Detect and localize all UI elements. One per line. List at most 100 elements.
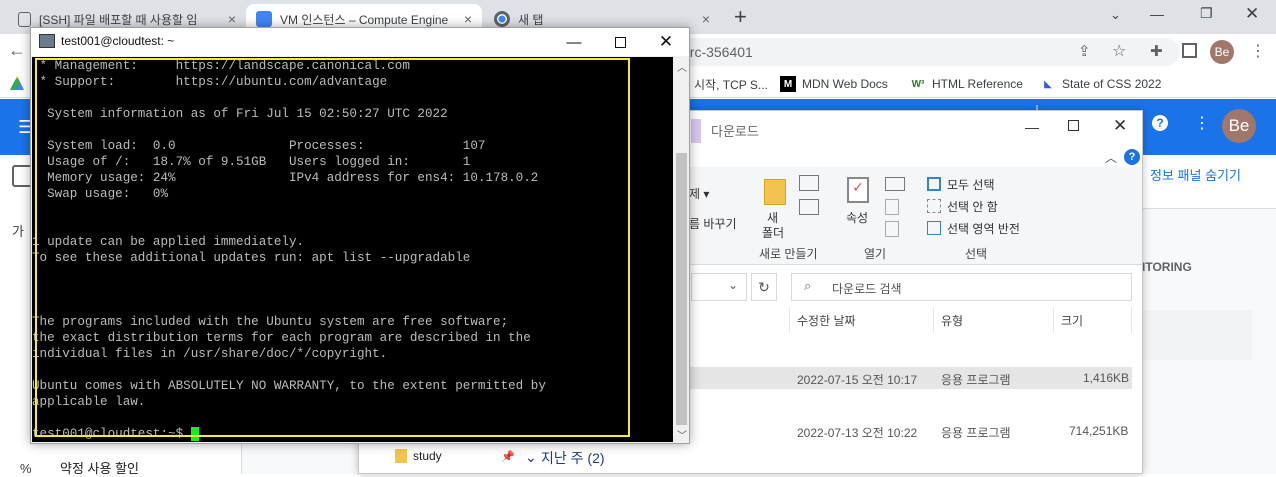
explorer-minimize-icon[interactable]: —	[1025, 119, 1039, 135]
bookmark-label: HTML Reference	[932, 77, 1023, 91]
minimize-icon[interactable]: —	[1150, 6, 1164, 22]
extensions-puzzle-icon[interactable]: ✚	[1150, 42, 1163, 60]
rename-button[interactable]: 름 바꾸기	[689, 215, 737, 232]
address-dropdown[interactable]: ⌄	[691, 273, 747, 301]
edit-icon[interactable]	[885, 199, 899, 215]
putty-title: test001@cloudtest: ~	[61, 34, 175, 48]
new-item-icon[interactable]	[799, 175, 819, 191]
chevron-down-icon: ⌄	[728, 278, 739, 292]
bookmark-label: MDN Web Docs	[802, 77, 888, 91]
profile-avatar[interactable]: Be	[1210, 40, 1234, 64]
column-divider	[1131, 307, 1132, 333]
select-all-button[interactable]: 모두 선택	[947, 176, 995, 193]
css-icon: ◣	[1044, 78, 1052, 90]
open-icon[interactable]	[885, 177, 905, 191]
file-date: 2022-07-15 오전 10:17	[797, 373, 918, 387]
share-icon[interactable]: ⇪	[1078, 42, 1091, 60]
tab-search-chevron-icon[interactable]: ⌄	[1110, 7, 1121, 23]
hide-info-panel-link[interactable]: 정보 패널 숨기기	[1150, 165, 1241, 184]
help-icon[interactable]: ?	[1152, 115, 1168, 131]
close-window-icon[interactable]: ✕	[1245, 4, 1259, 24]
column-header-modified[interactable]: 수정한 날짜	[797, 312, 856, 329]
address-bar[interactable]: arc-356401 ⇪ ☆	[660, 38, 1180, 66]
file-date: 2022-07-13 오전 10:22	[797, 426, 918, 440]
new-tab-button[interactable]: +	[734, 4, 747, 30]
new-folder-icon	[764, 179, 786, 205]
file-size: 714,251KB	[1069, 424, 1129, 438]
sidebar-item-commitment-discount[interactable]: 약정 사용 할인	[60, 458, 139, 477]
explorer-help-icon[interactable]: ?	[1124, 149, 1140, 165]
invert-selection-icon	[927, 221, 941, 235]
putty-close-icon[interactable]: ✕	[643, 28, 689, 56]
open-group-label: 열기	[864, 247, 887, 261]
restore-icon[interactable]: ❐	[1200, 5, 1213, 22]
bookmark-star-icon[interactable]: ☆	[1112, 41, 1126, 61]
new-group-label: 새로 만들기	[759, 247, 818, 261]
close-tab-icon[interactable]: ×	[702, 11, 710, 27]
chrome-favicon-icon	[494, 11, 510, 27]
explorer-search-box[interactable]: ⌕ 다운로드 검색	[791, 273, 1132, 301]
invert-selection-button[interactable]: 선택 영역 반전	[947, 220, 1020, 237]
highlight-border	[35, 58, 630, 437]
chrome-menu-icon[interactable]: ⋮	[1250, 41, 1266, 61]
url-text: arc-356401	[682, 44, 753, 60]
select-all-icon	[927, 177, 941, 191]
document-favicon-icon	[18, 11, 31, 27]
gcp-profile-avatar[interactable]: Be	[1222, 109, 1256, 143]
scroll-down-icon[interactable]: ﹀	[677, 427, 687, 442]
close-tab-icon[interactable]: ×	[464, 11, 472, 27]
tab-title: 새 탭	[518, 12, 544, 27]
google-drive-icon[interactable]	[10, 76, 24, 90]
file-size: 1,416KB	[1083, 371, 1130, 385]
collapse-ribbon-icon[interactable]: ︿	[1105, 149, 1117, 166]
bookmark-state-of-css[interactable]: ◣ State of CSS 2022	[1040, 76, 1161, 92]
folder-tab-icon	[691, 119, 701, 143]
column-header-type[interactable]: 유형	[941, 312, 963, 329]
refresh-icon[interactable]: ↻	[751, 273, 777, 301]
side-panel-icon[interactable]	[1182, 43, 1197, 58]
putty-minimize-icon[interactable]: —	[551, 28, 597, 56]
scroll-up-icon[interactable]: ︿	[677, 59, 687, 74]
mdn-icon: M	[780, 76, 796, 92]
pin-icon: 📌	[501, 451, 515, 463]
bookmark-label: State of CSS 2022	[1062, 77, 1162, 91]
select-none-icon	[927, 199, 941, 213]
tab-title: VM 인스턴스 – Compute Engine	[280, 12, 449, 27]
new-folder-label-2[interactable]: 폴더	[762, 224, 784, 241]
explorer-maximize-icon[interactable]	[1068, 120, 1079, 131]
terminal-screen[interactable]: * Management: https://landscape.canonica…	[32, 57, 673, 442]
select-none-button[interactable]: 선택 안 함	[947, 198, 998, 215]
tab-title: [SSH] 파일 배포할 때 사용할 임	[39, 12, 198, 27]
column-divider	[1053, 307, 1054, 333]
folder-icon	[395, 449, 407, 463]
putty-icon	[39, 34, 55, 48]
search-placeholder: 다운로드 검색	[832, 282, 902, 296]
putty-maximize-icon[interactable]	[597, 28, 643, 56]
column-header-size[interactable]: 크기	[1061, 312, 1083, 329]
scrollbar-thumb[interactable]	[676, 153, 687, 425]
back-arrow-icon[interactable]: ←	[8, 40, 26, 61]
putty-window: test001@cloudtest: ~ — ✕ * Management: h…	[30, 27, 690, 444]
monitoring-tab[interactable]: ITORING	[1142, 260, 1192, 274]
more-options-icon[interactable]: ⋮	[1194, 113, 1210, 133]
bookmark-html-reference[interactable]: W³ HTML Reference	[910, 76, 1023, 92]
bookmark-tcp[interactable]: 시작, TCP S...	[694, 76, 768, 93]
properties-button[interactable]: 속성	[846, 209, 868, 226]
nav-pane-study[interactable]: study	[413, 449, 442, 463]
history-icon[interactable]	[885, 221, 899, 237]
putty-titlebar: test001@cloudtest: ~ — ✕	[31, 28, 689, 56]
sidebar-item-label[interactable]: 가	[12, 221, 24, 240]
bookmark-mdn[interactable]: M MDN Web Docs	[780, 76, 888, 92]
info-panel-card	[1142, 310, 1252, 360]
terminal-scrollbar[interactable]: ︿ ﹀	[674, 57, 689, 442]
explorer-close-icon[interactable]: ✕	[1113, 116, 1127, 136]
delete-button[interactable]: 제 ▾	[689, 185, 709, 202]
group-chevron-icon[interactable]: ⌄	[525, 449, 537, 466]
file-type: 응용 프로그램	[941, 426, 1011, 440]
w3-icon: W³	[911, 78, 925, 90]
close-tab-icon[interactable]: ×	[228, 11, 236, 27]
easy-access-icon[interactable]	[799, 199, 819, 215]
compute-engine-favicon-icon	[256, 11, 272, 27]
group-header-last-week[interactable]: 지난 주 (2)	[541, 448, 605, 468]
properties-icon: ✓	[847, 177, 869, 203]
